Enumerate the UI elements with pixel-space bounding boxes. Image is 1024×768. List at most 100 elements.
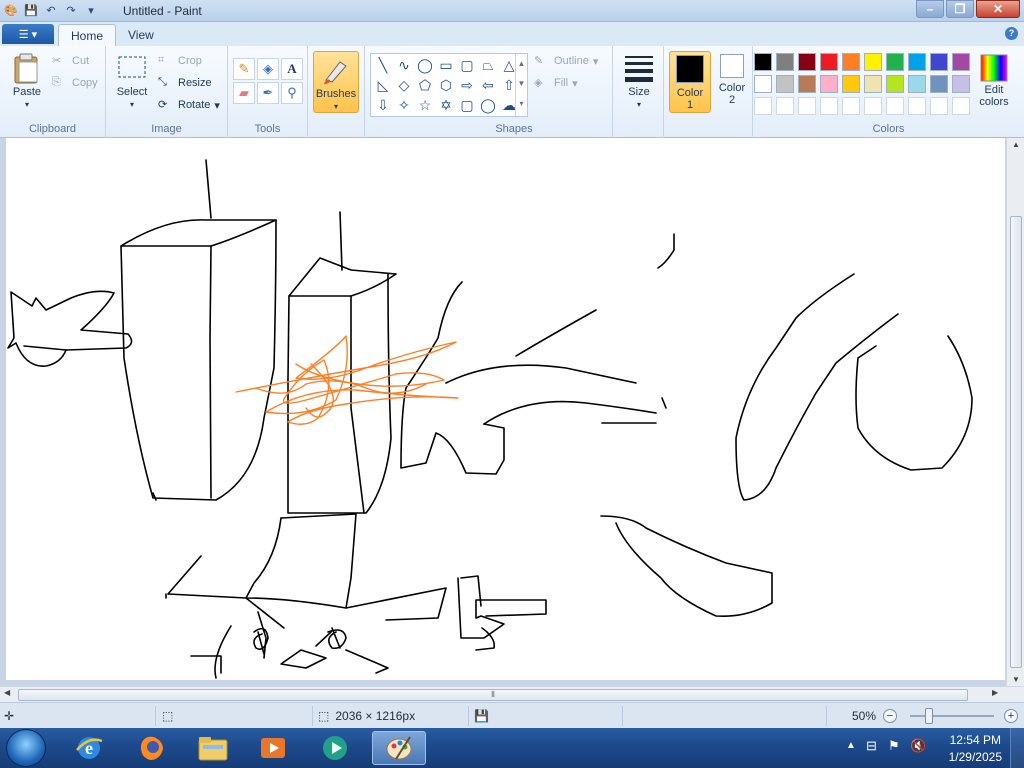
maximize-button[interactable]: ❐ [946,0,974,18]
tab-home[interactable]: Home [58,24,117,46]
right-triangle-shape-icon[interactable]: ◺ [373,76,393,95]
color-swatch[interactable] [864,75,882,93]
color-swatch[interactable] [952,75,970,93]
custom-color-slot[interactable] [754,97,772,115]
rotate-button[interactable]: ⟳ Rotate ▾ [158,98,220,112]
redo-icon[interactable]: ↷ [62,2,80,19]
scroll-left-icon[interactable]: ◀ [4,688,10,697]
tab-view[interactable]: View [116,24,166,46]
scroll-right-icon[interactable]: ▶ [992,688,998,697]
crop-button[interactable]: ⌗ Crop [158,54,202,68]
curve-shape-icon[interactable]: ∿ [394,56,414,75]
custom-color-slot[interactable] [864,97,882,115]
color-swatch[interactable] [776,53,794,71]
vertical-scroll-thumb[interactable] [1010,216,1022,668]
color-swatch[interactable] [798,75,816,93]
customize-icon[interactable]: ▾ [82,2,100,19]
magnifier-icon[interactable]: ⚲ [281,82,303,104]
internet-explorer-icon[interactable]: e [62,731,116,765]
zoom-in-button[interactable]: + [1004,709,1018,723]
hexagon-shape-icon[interactable]: ⬡ [436,76,456,95]
zoom-slider-thumb[interactable] [925,708,933,724]
network-icon[interactable]: ⊟ [866,738,877,754]
color-swatch[interactable] [754,53,772,71]
down-arrow-shape-icon[interactable]: ⇩ [373,96,393,115]
brushes-button[interactable]: Brushes ▾ [313,51,359,113]
firefox-icon[interactable] [124,731,178,765]
outline-button[interactable]: ✎ Outline ▾ [534,54,598,68]
copy-button[interactable]: ⎘ Copy [52,76,98,90]
color-swatch[interactable] [864,53,882,71]
color-swatch[interactable] [886,53,904,71]
horizontal-scrollbar[interactable]: ◀ ⦀ ▶ [0,686,1024,702]
color-swatch[interactable] [842,75,860,93]
color-swatch[interactable] [952,53,970,71]
color-swatch[interactable] [754,75,772,93]
volume-muted-icon[interactable]: 🔇 [910,738,926,754]
paint-icon[interactable] [372,731,426,765]
edit-colors-button[interactable]: Edit colors [976,54,1012,108]
help-icon[interactable]: ? [1005,27,1018,40]
scroll-up-icon[interactable]: ▲ [1007,140,1024,149]
five-point-star-shape-icon[interactable]: ☆ [415,96,435,115]
custom-color-slot[interactable] [798,97,816,115]
color-picker-icon[interactable]: ✒ [257,82,279,104]
file-explorer-icon[interactable] [186,731,240,765]
custom-color-slot[interactable] [930,97,948,115]
color-swatch[interactable] [930,75,948,93]
pentagon-shape-icon[interactable]: ⬠ [415,76,435,95]
text-icon[interactable]: A [281,58,303,80]
drawing-canvas[interactable] [6,138,1005,680]
fill-icon[interactable]: ◈ [257,58,279,80]
color2-button[interactable]: Color 2 [713,54,751,106]
color-swatch[interactable] [908,53,926,71]
color-swatch[interactable] [930,53,948,71]
color-swatch[interactable] [908,75,926,93]
vertical-scrollbar[interactable]: ▲ ▼ [1006,138,1024,686]
minimize-button[interactable]: – [916,0,944,18]
scroll-down-icon[interactable]: ▼ [1007,675,1024,684]
diamond-shape-icon[interactable]: ◇ [394,76,414,95]
resize-button[interactable]: ⤡ Resize [158,76,212,90]
fill-button[interactable]: ◈ Fill ▾ [534,76,578,90]
select-button[interactable]: Select ▾ [112,52,152,110]
custom-color-slot[interactable] [886,97,904,115]
color-swatch[interactable] [820,53,838,71]
custom-color-slot[interactable] [842,97,860,115]
undo-icon[interactable]: ↶ [42,2,60,19]
rectangle-shape-icon[interactable]: ▭ [436,56,456,75]
oval-callout-shape-icon[interactable]: ◯ [478,96,498,115]
color-swatch[interactable] [776,75,794,93]
color-swatch[interactable] [886,75,904,93]
zoom-slider-track[interactable] [910,715,994,717]
oval-shape-icon[interactable]: ◯ [415,56,435,75]
media-center-icon[interactable] [308,731,362,765]
start-button[interactable] [6,729,46,767]
left-arrow-shape-icon[interactable]: ⇦ [478,76,498,95]
paint-menu-button[interactable]: ☰ ▾ [2,24,54,44]
paint-app-icon[interactable]: 🎨 [2,2,20,19]
color-swatch[interactable] [798,53,816,71]
custom-color-slot[interactable] [952,97,970,115]
polygon-shape-icon[interactable]: ⏢ [478,56,498,75]
cut-button[interactable]: ✂ Cut [52,54,89,68]
show-desktop-button[interactable] [1010,728,1024,768]
custom-color-slot[interactable] [776,97,794,115]
six-point-star-shape-icon[interactable]: ✡ [436,96,456,115]
shapes-scroll[interactable]: ▲ ▼ ▾ [515,54,527,116]
eraser-icon[interactable]: ▰ [233,82,255,104]
action-center-flag-icon[interactable]: ⚑ [888,738,900,754]
color1-button[interactable]: Color 1 [669,51,711,113]
size-button[interactable]: Size ▾ [619,52,659,110]
custom-color-slot[interactable] [908,97,926,115]
save-icon[interactable]: 💾 [22,2,40,19]
rounded-callout-shape-icon[interactable]: ▢ [457,96,477,115]
color-swatch[interactable] [842,53,860,71]
media-player-icon[interactable] [246,731,300,765]
zoom-out-button[interactable]: − [883,709,897,723]
close-button[interactable]: ✕ [976,0,1020,18]
four-point-star-shape-icon[interactable]: ✧ [394,96,414,115]
show-hidden-icons[interactable]: ▲ [846,740,856,751]
line-shape-icon[interactable]: ╲ [373,56,393,75]
horizontal-scroll-thumb[interactable]: ⦀ [18,689,968,701]
